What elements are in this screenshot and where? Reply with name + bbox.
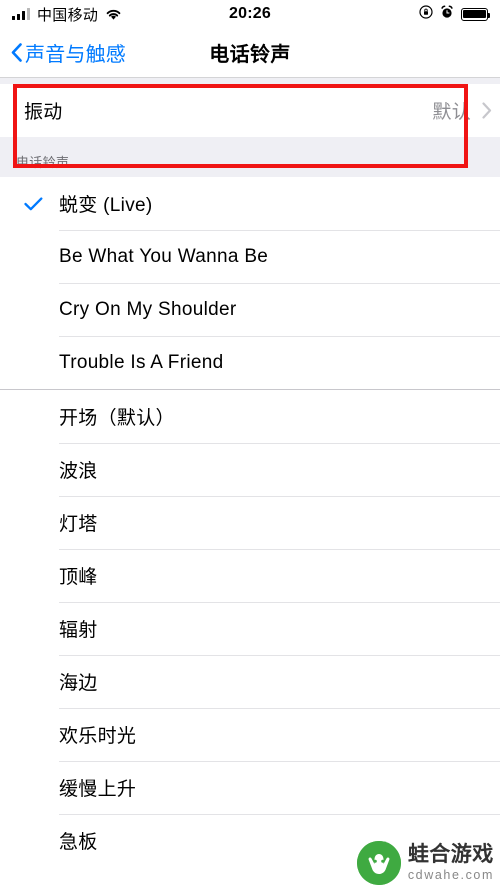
status-bar-right bbox=[419, 4, 491, 24]
ringtone-label: 急板 bbox=[59, 832, 98, 853]
ringtone-row[interactable]: 急板 bbox=[0, 814, 500, 867]
vibration-value: 默认 bbox=[432, 102, 471, 123]
ringtone-label: 开场（默认） bbox=[59, 408, 175, 429]
ringtone-label: Be What You Wanna Be bbox=[59, 245, 269, 267]
ringtone-label: Cry On My Shoulder bbox=[59, 298, 237, 320]
vibration-row[interactable]: 振动 默认 bbox=[0, 84, 500, 137]
ringtone-row[interactable]: 海边 bbox=[0, 655, 500, 708]
back-button-label: 声音与触感 bbox=[25, 44, 126, 66]
ringtone-label: Trouble Is A Friend bbox=[59, 351, 224, 373]
section-header-ringtones: 电话铃声 bbox=[0, 145, 500, 177]
chevron-left-icon bbox=[11, 43, 22, 62]
ringtone-row[interactable]: Be What You Wanna Be bbox=[0, 230, 500, 283]
ringtone-label: 波浪 bbox=[59, 461, 98, 482]
ringtone-row[interactable]: 辐射 bbox=[0, 602, 500, 655]
ringtone-row[interactable]: 欢乐时光 bbox=[0, 708, 500, 761]
status-bar: 中国移动 20:26 bbox=[0, 0, 500, 28]
ringtone-label: 海边 bbox=[59, 673, 98, 694]
back-button[interactable]: 声音与触感 bbox=[0, 38, 126, 67]
stock-ringtone-list: 开场（默认） 波浪灯塔顶峰辐射海边欢乐时光缓慢上升急板 bbox=[0, 390, 500, 867]
watermark-url: cdwahe.com bbox=[407, 868, 494, 883]
ringtone-row[interactable]: 蜕变 (Live) bbox=[0, 177, 500, 230]
chevron-right-icon bbox=[482, 102, 492, 119]
spacer-below-vibration bbox=[0, 137, 500, 145]
ringtone-label: 缓慢上升 bbox=[59, 779, 137, 800]
ringtone-row[interactable]: 缓慢上升 bbox=[0, 761, 500, 814]
rotation-lock-icon bbox=[419, 4, 433, 24]
ringtone-row[interactable]: 开场（默认） bbox=[0, 390, 500, 443]
ringtone-label: 灯塔 bbox=[59, 514, 98, 535]
battery-full-icon bbox=[461, 7, 491, 21]
ringtone-label: 辐射 bbox=[59, 620, 98, 641]
checkmark-icon bbox=[24, 196, 43, 211]
vibration-group: 振动 默认 bbox=[0, 84, 500, 137]
ringtone-row[interactable]: Cry On My Shoulder bbox=[0, 283, 500, 336]
ringtone-label: 顶峰 bbox=[59, 567, 98, 588]
ringtone-label: 蜕变 (Live) bbox=[59, 195, 153, 216]
ringtone-row[interactable]: 顶峰 bbox=[0, 549, 500, 602]
ringtone-row[interactable]: Trouble Is A Friend bbox=[0, 336, 500, 389]
ringtone-row[interactable]: 波浪 bbox=[0, 443, 500, 496]
navigation-bar: 声音与触感 电话铃声 bbox=[0, 28, 500, 78]
vibration-label: 振动 bbox=[24, 102, 63, 123]
custom-ringtone-list: 蜕变 (Live) Be What You Wanna Be Cry On My S… bbox=[0, 177, 500, 389]
alarm-clock-icon bbox=[440, 5, 454, 24]
ringtone-label: 欢乐时光 bbox=[59, 726, 137, 747]
ringtone-row[interactable]: 灯塔 bbox=[0, 496, 500, 549]
